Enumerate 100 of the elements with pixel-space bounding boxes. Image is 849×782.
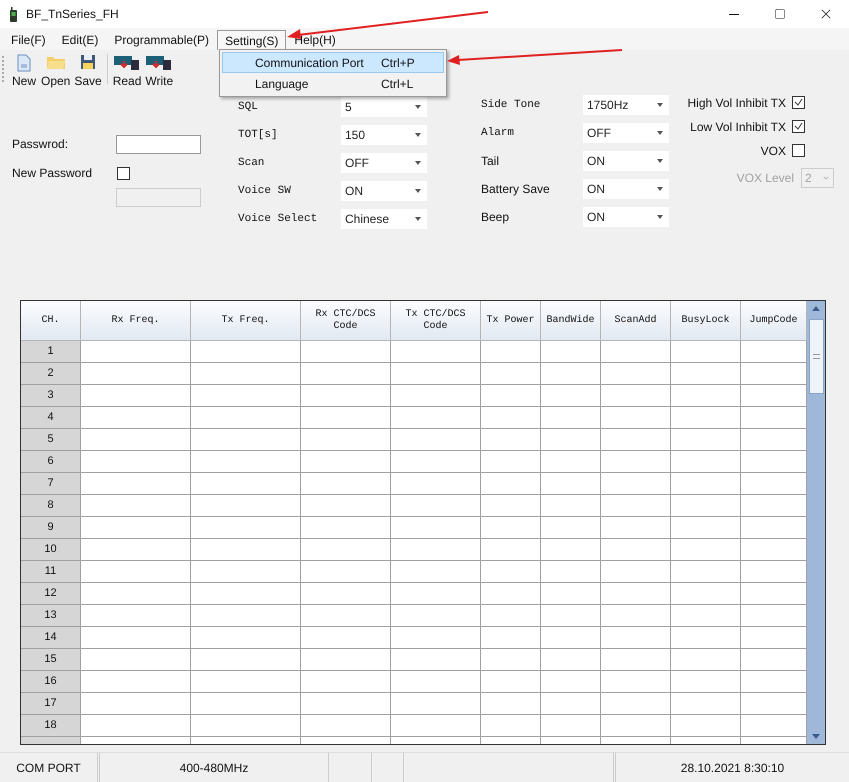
row-header[interactable]: 15 xyxy=(21,649,81,671)
row-header[interactable]: 1 xyxy=(21,341,81,363)
row-header[interactable]: 6 xyxy=(21,451,81,473)
table-cell[interactable] xyxy=(671,583,741,605)
table-cell[interactable] xyxy=(301,363,391,385)
table-cell[interactable] xyxy=(601,429,671,451)
table-cell[interactable] xyxy=(81,517,191,539)
table-cell[interactable] xyxy=(601,715,671,737)
table-cell[interactable] xyxy=(541,649,601,671)
setting-dropdown[interactable]: OFF xyxy=(341,153,427,173)
row-header[interactable]: 12 xyxy=(21,583,81,605)
table-cell[interactable] xyxy=(671,693,741,715)
table-cell[interactable] xyxy=(481,715,541,737)
column-header[interactable]: Tx Freq. xyxy=(191,301,301,341)
table-cell[interactable] xyxy=(81,385,191,407)
table-cell[interactable] xyxy=(601,473,671,495)
table-cell[interactable] xyxy=(541,341,601,363)
table-cell[interactable] xyxy=(81,627,191,649)
table-cell[interactable] xyxy=(391,715,481,737)
table-cell[interactable] xyxy=(191,671,301,693)
table-cell[interactable] xyxy=(541,561,601,583)
table-cell[interactable] xyxy=(541,627,601,649)
table-cell[interactable] xyxy=(601,561,671,583)
table-cell[interactable] xyxy=(301,561,391,583)
table-cell[interactable] xyxy=(671,605,741,627)
table-cell[interactable] xyxy=(481,451,541,473)
table-cell[interactable] xyxy=(671,671,741,693)
table-cell[interactable] xyxy=(541,583,601,605)
setting-dropdown[interactable]: ON xyxy=(583,207,669,227)
table-cell[interactable] xyxy=(481,429,541,451)
table-cell[interactable] xyxy=(191,693,301,715)
table-cell[interactable] xyxy=(81,583,191,605)
table-cell[interactable] xyxy=(81,429,191,451)
menu-item[interactable]: Help(H) xyxy=(286,30,344,50)
checkbox[interactable] xyxy=(792,144,805,157)
table-cell[interactable] xyxy=(671,715,741,737)
table-cell[interactable] xyxy=(601,583,671,605)
row-header[interactable]: 4 xyxy=(21,407,81,429)
table-cell[interactable] xyxy=(81,473,191,495)
table-cell[interactable] xyxy=(481,693,541,715)
table-cell[interactable] xyxy=(81,539,191,561)
menu-item[interactable]: File(F) xyxy=(3,30,54,50)
setting-dropdown[interactable]: 150 xyxy=(341,125,427,145)
row-header[interactable]: 7 xyxy=(21,473,81,495)
table-cell[interactable] xyxy=(391,649,481,671)
table-cell[interactable] xyxy=(301,605,391,627)
table-cell[interactable] xyxy=(81,693,191,715)
row-header[interactable]: 18 xyxy=(21,715,81,737)
table-cell[interactable] xyxy=(671,649,741,671)
table-cell[interactable] xyxy=(481,495,541,517)
scrollbar[interactable] xyxy=(807,301,825,744)
menu-option[interactable]: Communication Port Ctrl+P xyxy=(222,52,444,73)
table-cell[interactable] xyxy=(601,385,671,407)
table-cell[interactable] xyxy=(601,649,671,671)
table-cell[interactable] xyxy=(391,627,481,649)
table-cell[interactable] xyxy=(671,429,741,451)
table-cell[interactable] xyxy=(541,539,601,561)
table-cell[interactable] xyxy=(391,385,481,407)
row-header[interactable]: 5 xyxy=(21,429,81,451)
table-cell[interactable] xyxy=(391,561,481,583)
table-cell[interactable] xyxy=(391,517,481,539)
table-cell[interactable] xyxy=(191,583,301,605)
table-cell[interactable] xyxy=(301,583,391,605)
table-cell[interactable] xyxy=(481,363,541,385)
table-cell[interactable] xyxy=(671,561,741,583)
toolbar-button[interactable]: Save xyxy=(72,54,104,88)
table-cell[interactable] xyxy=(391,341,481,363)
table-cell[interactable] xyxy=(671,385,741,407)
checkbox[interactable] xyxy=(117,166,130,180)
setting-dropdown[interactable]: ON xyxy=(341,181,427,201)
table-cell[interactable] xyxy=(541,451,601,473)
table-cell[interactable] xyxy=(481,671,541,693)
table-cell[interactable] xyxy=(301,495,391,517)
row-header[interactable]: 8 xyxy=(21,495,81,517)
table-cell[interactable] xyxy=(301,517,391,539)
row-header[interactable]: 10 xyxy=(21,539,81,561)
table-cell[interactable] xyxy=(191,341,301,363)
table-cell[interactable] xyxy=(601,407,671,429)
row-header[interactable]: 11 xyxy=(21,561,81,583)
table-cell[interactable] xyxy=(391,451,481,473)
table-cell[interactable] xyxy=(601,627,671,649)
table-cell[interactable] xyxy=(541,385,601,407)
table-cell[interactable] xyxy=(191,561,301,583)
table-cell[interactable] xyxy=(671,627,741,649)
table-cell[interactable] xyxy=(391,495,481,517)
table-cell[interactable] xyxy=(671,539,741,561)
checkbox[interactable] xyxy=(792,120,805,133)
table-cell[interactable] xyxy=(671,407,741,429)
table-cell[interactable] xyxy=(301,385,391,407)
column-header[interactable]: BusyLock xyxy=(671,301,741,341)
table-cell[interactable] xyxy=(81,407,191,429)
table-cell[interactable] xyxy=(481,649,541,671)
table-cell[interactable] xyxy=(191,627,301,649)
table-cell[interactable] xyxy=(671,363,741,385)
table-cell[interactable] xyxy=(301,473,391,495)
table-cell[interactable] xyxy=(601,341,671,363)
column-header[interactable]: Rx Freq. xyxy=(81,301,191,341)
table-cell[interactable] xyxy=(481,517,541,539)
table-cell[interactable] xyxy=(81,561,191,583)
table-cell[interactable] xyxy=(541,715,601,737)
